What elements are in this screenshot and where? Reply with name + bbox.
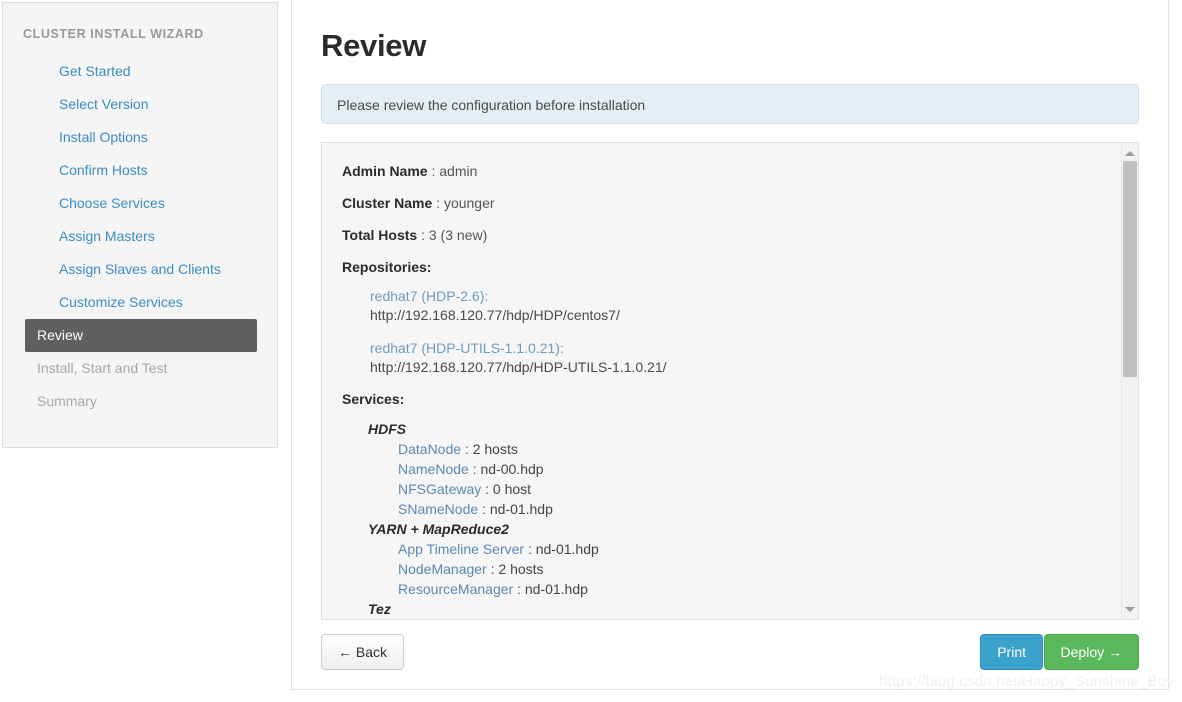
admin-name-value: admin bbox=[439, 163, 478, 179]
admin-name-label: Admin Name bbox=[342, 163, 428, 179]
total-hosts-row: Total Hosts : 3 (3 new) bbox=[342, 227, 1138, 243]
component-separator: : bbox=[486, 561, 499, 577]
sidebar-item-review[interactable]: Review bbox=[25, 319, 257, 352]
component-name[interactable]: NFSGateway bbox=[398, 481, 481, 497]
repositories-label: Repositories: bbox=[342, 259, 432, 275]
review-box-scrollbar[interactable] bbox=[1121, 143, 1138, 619]
sidebar-item-assign-masters[interactable]: Assign Masters bbox=[25, 220, 257, 253]
sidebar-item-confirm-hosts[interactable]: Confirm Hosts bbox=[25, 154, 257, 187]
cluster-name-row: Cluster Name : younger bbox=[342, 195, 1138, 211]
component-separator: : bbox=[478, 501, 490, 517]
review-info-alert: Please review the configuration before i… bbox=[321, 84, 1139, 124]
component-separator: : bbox=[481, 481, 493, 497]
repository-name-link[interactable]: redhat7 (HDP-2.6): bbox=[370, 287, 1138, 306]
total-hosts-value: 3 (3 new) bbox=[428, 227, 488, 243]
page-root: CLUSTER INSTALL WIZARD Get Started Selec… bbox=[0, 0, 1182, 702]
wizard-footer: ← Back Print Deploy → bbox=[321, 634, 1139, 678]
service-component-row: ResourceManager : nd-01.hdp bbox=[398, 579, 1138, 599]
sidebar-title: CLUSTER INSTALL WIZARD bbox=[23, 27, 204, 41]
component-value: nd-00.hdp bbox=[480, 461, 544, 477]
component-separator: : bbox=[513, 581, 525, 597]
sidebar-item-assign-slaves-and-clients[interactable]: Assign Slaves and Clients bbox=[25, 253, 257, 286]
service-component-row: NodeManager : 2 hosts bbox=[398, 559, 1138, 579]
service-component-row: SNameNode : nd-01.hdp bbox=[398, 499, 1138, 519]
component-value: nd-01.hdp bbox=[524, 581, 588, 597]
service-name: Tez bbox=[368, 601, 391, 617]
component-value: 0 host bbox=[492, 481, 532, 497]
cluster-name-value: younger bbox=[443, 195, 495, 211]
sidebar-item-select-version[interactable]: Select Version bbox=[25, 88, 257, 121]
sidebar-item-install-options[interactable]: Install Options bbox=[25, 121, 257, 154]
scroll-down-arrow-icon[interactable] bbox=[1122, 601, 1138, 617]
service-name: YARN + MapReduce2 bbox=[368, 521, 509, 537]
scrollbar-thumb[interactable] bbox=[1123, 161, 1137, 377]
component-name[interactable]: NameNode bbox=[398, 461, 469, 477]
total-hosts-separator: : bbox=[417, 227, 429, 243]
service-group-hdfs: HDFS DataNode : 2 hosts NameNode : nd-00… bbox=[368, 419, 1138, 519]
review-configuration-box: Admin Name : admin Cluster Name : younge… bbox=[321, 142, 1139, 620]
component-name[interactable]: DataNode bbox=[398, 441, 461, 457]
review-content: Admin Name : admin Cluster Name : younge… bbox=[342, 163, 1138, 620]
repository-name-link[interactable]: redhat7 (HDP-UTILS-1.1.0.21): bbox=[370, 339, 1138, 358]
scroll-up-arrow-icon[interactable] bbox=[1122, 145, 1138, 161]
service-group-tez: Tez Clients : 2 hosts bbox=[368, 599, 1138, 620]
back-button[interactable]: ← Back bbox=[321, 634, 405, 670]
service-component-row: Clients : 2 hosts bbox=[398, 619, 1138, 620]
sidebar-item-install-start-and-test: Install, Start and Test bbox=[37, 360, 168, 376]
repository-entry: redhat7 (HDP-2.6): http://192.168.120.77… bbox=[370, 287, 1138, 325]
component-value: 2 hosts bbox=[498, 561, 544, 577]
sidebar-item-summary: Summary bbox=[37, 393, 97, 409]
component-value: 2 hosts bbox=[472, 441, 518, 457]
component-separator: : bbox=[468, 461, 481, 477]
deploy-button[interactable]: Deploy → bbox=[1043, 634, 1139, 670]
service-group-yarn-mapreduce2: YARN + MapReduce2 App Timeline Server : … bbox=[368, 519, 1138, 599]
cluster-install-wizard-sidebar: CLUSTER INSTALL WIZARD Get Started Selec… bbox=[2, 2, 278, 448]
repository-url: http://192.168.120.77/hdp/HDP-UTILS-1.1.… bbox=[370, 359, 667, 375]
component-separator: : bbox=[524, 541, 536, 557]
service-name: HDFS bbox=[368, 421, 407, 437]
component-value: nd-01.hdp bbox=[489, 501, 553, 517]
component-value: nd-01.hdp bbox=[535, 541, 599, 557]
total-hosts-label: Total Hosts bbox=[342, 227, 418, 243]
main-panel: Review Please review the configuration b… bbox=[291, 0, 1169, 690]
print-button[interactable]: Print bbox=[980, 634, 1043, 670]
cluster-name-label: Cluster Name bbox=[342, 195, 433, 211]
component-name[interactable]: App Timeline Server bbox=[398, 541, 524, 557]
sidebar-item-get-started[interactable]: Get Started bbox=[25, 55, 257, 88]
repository-url: http://192.168.120.77/hdp/HDP/centos7/ bbox=[370, 307, 620, 323]
admin-name-row: Admin Name : admin bbox=[342, 163, 1138, 179]
component-name[interactable]: ResourceManager bbox=[398, 581, 513, 597]
services-label: Services: bbox=[342, 391, 405, 407]
admin-name-separator: : bbox=[427, 163, 440, 179]
cluster-name-separator: : bbox=[432, 195, 444, 211]
repository-entry: redhat7 (HDP-UTILS-1.1.0.21): http://192… bbox=[370, 339, 1138, 377]
wizard-step-list: Get Started Select Version Install Optio… bbox=[3, 55, 277, 418]
page-title: Review bbox=[321, 28, 427, 63]
component-name[interactable]: NodeManager bbox=[398, 561, 487, 577]
component-separator: : bbox=[461, 441, 473, 457]
service-component-row: NameNode : nd-00.hdp bbox=[398, 459, 1138, 479]
service-component-row: DataNode : 2 hosts bbox=[398, 439, 1138, 459]
service-component-row: NFSGateway : 0 host bbox=[398, 479, 1138, 499]
component-name[interactable]: SNameNode bbox=[398, 501, 478, 517]
sidebar-item-choose-services[interactable]: Choose Services bbox=[25, 187, 257, 220]
sidebar-item-customize-services[interactable]: Customize Services bbox=[25, 286, 257, 319]
service-component-row: App Timeline Server : nd-01.hdp bbox=[398, 539, 1138, 559]
